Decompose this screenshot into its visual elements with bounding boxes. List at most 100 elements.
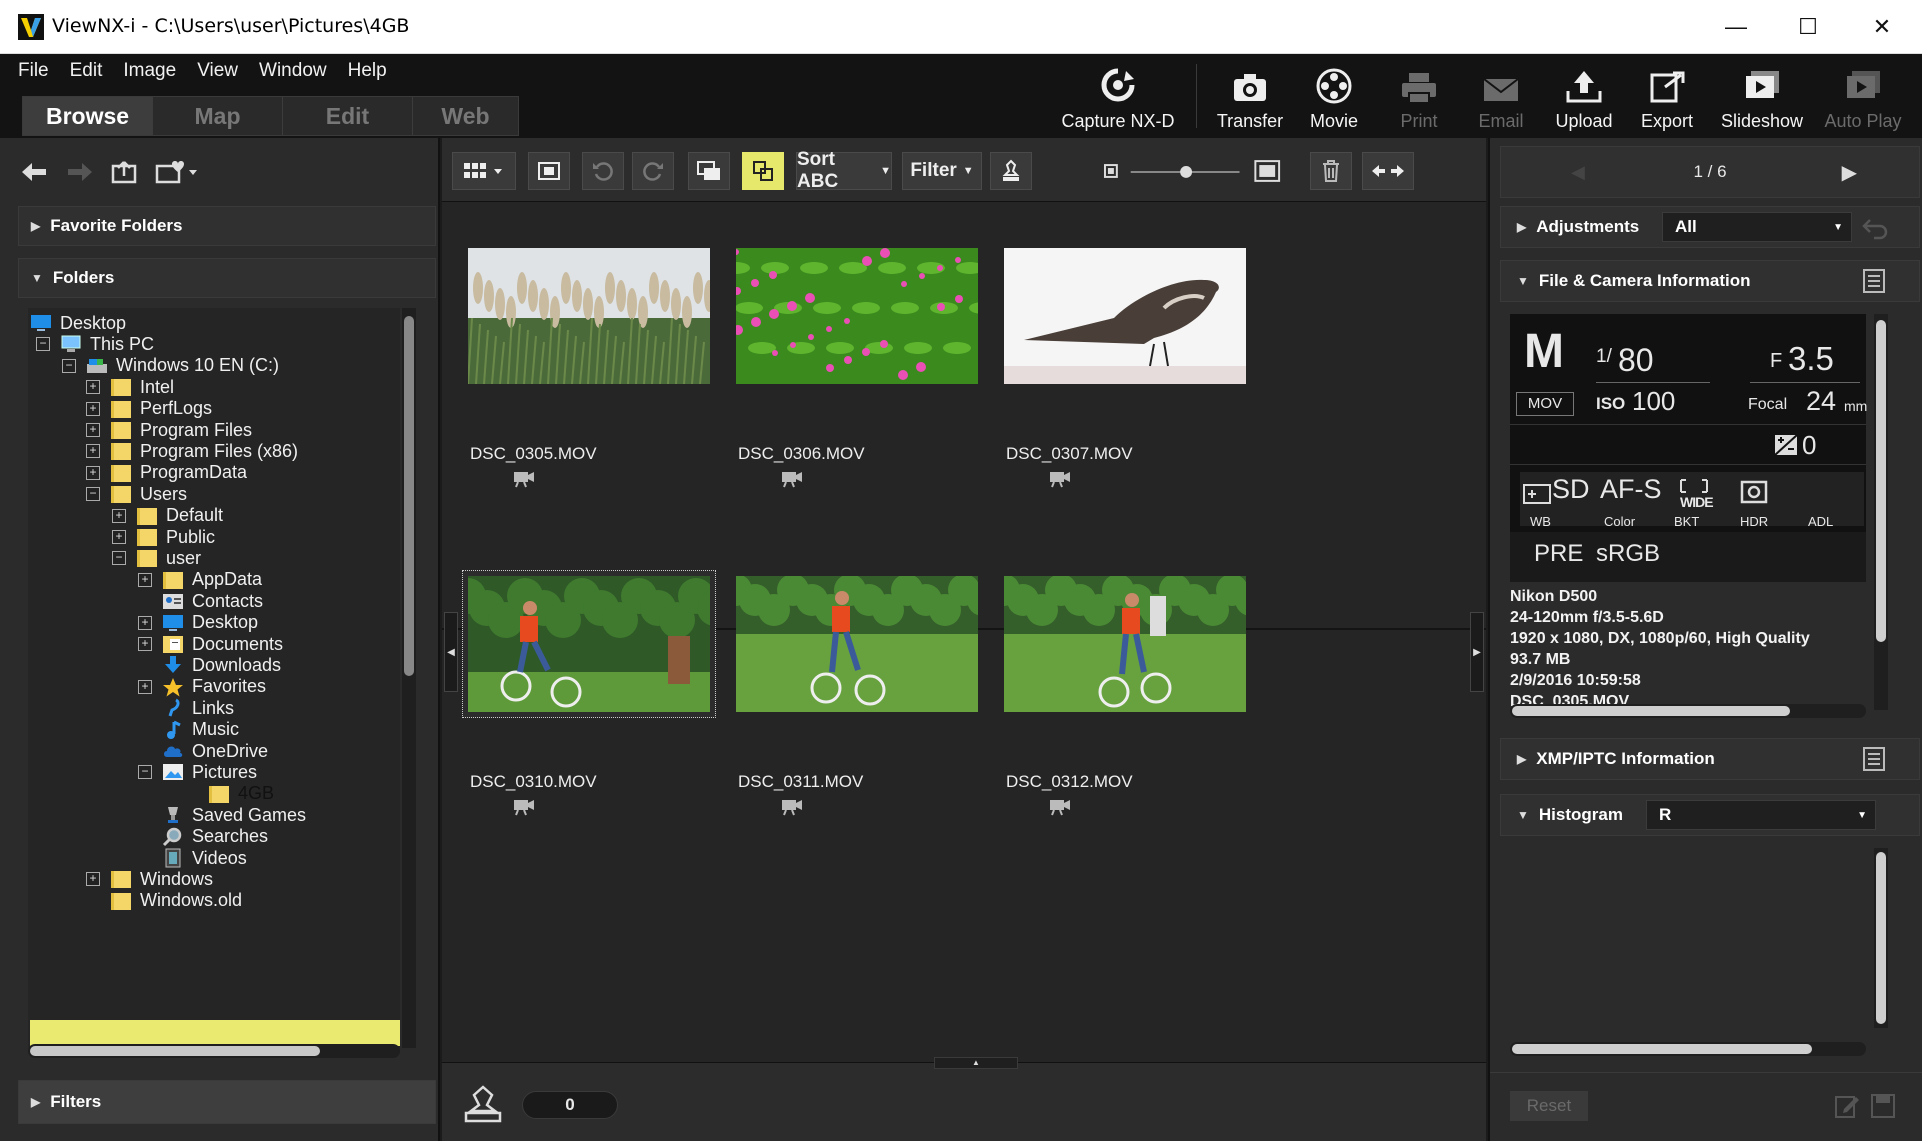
scrollbar-thumb[interactable] <box>1512 1044 1812 1054</box>
menu-image[interactable]: Image <box>123 60 176 82</box>
view-mode-button[interactable] <box>452 152 516 190</box>
tab-map[interactable]: Map <box>153 97 283 135</box>
upload-button[interactable]: Upload <box>1548 60 1620 132</box>
forward-arrow-icon[interactable] <box>64 158 96 186</box>
compare-button[interactable] <box>742 152 784 190</box>
file-camera-info-header[interactable]: ▼ File & Camera Information <box>1500 260 1920 302</box>
tab-browse[interactable]: Browse <box>23 97 153 135</box>
filter-dropdown[interactable]: Filter ▼ <box>902 152 982 190</box>
email-button[interactable]: Email <box>1466 60 1536 132</box>
collapse-icon[interactable]: − <box>36 337 50 352</box>
histogram-vertical-scrollbar[interactable] <box>1874 848 1888 1028</box>
folders-header[interactable]: ▼ Folders <box>18 258 436 298</box>
histogram-horizontal-scrollbar[interactable] <box>1510 1042 1866 1056</box>
collapse-icon[interactable]: − <box>112 551 126 566</box>
collapse-icon[interactable]: − <box>138 765 152 780</box>
collapse-icon[interactable]: − <box>62 358 76 373</box>
close-button[interactable]: ✕ <box>1852 8 1912 46</box>
thumbnail-image[interactable] <box>468 248 710 384</box>
scrollbar-thumb[interactable] <box>1876 320 1886 642</box>
expand-icon[interactable]: + <box>112 508 126 523</box>
menu-window[interactable]: Window <box>259 60 327 82</box>
xmp-iptc-header[interactable]: ▶ XMP/IPTC Information <box>1500 738 1920 780</box>
thumbnail-image[interactable] <box>736 248 978 384</box>
collapse-icon[interactable]: − <box>86 487 100 502</box>
parent-folder-icon[interactable] <box>110 158 140 186</box>
thumbnail-item[interactable]: DSC_0310.MOV <box>462 570 768 876</box>
scrollbar-thumb[interactable] <box>1512 706 1790 716</box>
filmstrip-toggle[interactable]: ▲ <box>934 1057 1018 1069</box>
thumbnail-image[interactable] <box>468 576 710 712</box>
save-icon[interactable] <box>1870 1093 1896 1119</box>
thumbnail-item[interactable]: DSC_0311.MOV <box>736 576 1036 876</box>
favorite-folders-header[interactable]: ▶ Favorite Folders <box>18 206 436 246</box>
favorite-folder-icon[interactable] <box>154 158 198 186</box>
list-settings-icon[interactable] <box>1862 268 1886 294</box>
toggle-panels-button[interactable] <box>1362 152 1414 190</box>
undo-adjustments-icon[interactable] <box>1862 216 1890 240</box>
expand-icon[interactable]: + <box>86 444 100 459</box>
sort-dropdown[interactable]: Sort ABC ▼ <box>796 149 892 192</box>
divider <box>1596 382 1710 383</box>
expand-icon[interactable]: + <box>138 637 152 651</box>
list-settings-icon[interactable] <box>1862 746 1886 772</box>
back-arrow-icon[interactable] <box>18 158 50 186</box>
capture-nxd-button[interactable]: Capture NX-D <box>1060 60 1176 132</box>
transfer-button[interactable]: Transfer <box>1212 60 1288 132</box>
thumbnail-image[interactable] <box>736 576 978 712</box>
expand-icon[interactable]: + <box>86 401 100 416</box>
maximize-button[interactable]: ☐ <box>1778 8 1838 46</box>
export-button[interactable]: Export <box>1632 60 1702 132</box>
expand-icon[interactable]: + <box>138 679 152 694</box>
delete-button[interactable] <box>1310 152 1352 190</box>
scrollbar-thumb[interactable] <box>404 316 414 676</box>
minimize-button[interactable]: — <box>1706 8 1766 46</box>
tab-web[interactable]: Web <box>413 97 518 135</box>
rotate-left-button[interactable] <box>582 152 624 190</box>
print-button[interactable]: Print <box>1384 60 1454 132</box>
menu-help[interactable]: Help <box>348 60 387 82</box>
tree-horizontal-scrollbar[interactable] <box>28 1044 400 1058</box>
expand-icon[interactable]: + <box>86 872 100 887</box>
movie-camera-icon <box>1048 470 1072 493</box>
auto-play-button[interactable]: Auto Play <box>1818 60 1908 132</box>
movie-button[interactable]: Movie <box>1298 60 1370 132</box>
expand-icon[interactable]: + <box>138 615 152 630</box>
previous-image-icon[interactable]: ◀ <box>1571 162 1585 183</box>
left-panel-toggle[interactable]: ◀ <box>444 612 458 692</box>
tab-edit[interactable]: Edit <box>283 97 413 135</box>
next-image-icon[interactable]: ▶ <box>1842 160 1857 185</box>
info-vertical-scrollbar[interactable] <box>1874 314 1888 710</box>
label-button[interactable] <box>990 152 1032 190</box>
thumbnail-image[interactable] <box>1004 576 1246 712</box>
filters-header[interactable]: ▶ Filters <box>18 1080 436 1124</box>
menu-view[interactable]: View <box>197 60 238 82</box>
right-panel-toggle[interactable]: ▶ <box>1470 612 1484 692</box>
tree-vertical-scrollbar[interactable] <box>402 308 416 1048</box>
scrollbar-thumb[interactable] <box>1876 852 1886 1024</box>
thumbnail-item[interactable]: DSC_0312.MOV <box>1004 576 1304 876</box>
info-horizontal-scrollbar[interactable] <box>1510 704 1866 718</box>
fit-button[interactable] <box>528 152 570 190</box>
rotate-right-button[interactable] <box>632 152 674 190</box>
slideshow-button[interactable]: Slideshow <box>1714 60 1810 132</box>
tree-item[interactable]: Windows.old <box>86 888 242 914</box>
thumbnail-item[interactable]: DSC_0306.MOV <box>736 248 1036 548</box>
scrollbar-thumb[interactable] <box>30 1046 320 1056</box>
menu-edit[interactable]: Edit <box>70 60 103 82</box>
thumbnail-image[interactable] <box>1004 248 1246 384</box>
stack-button[interactable] <box>688 152 730 190</box>
expand-icon[interactable]: + <box>112 530 126 544</box>
expand-icon[interactable]: + <box>86 465 100 480</box>
thumbnail-item[interactable]: DSC_0307.MOV <box>1004 248 1304 548</box>
thumbnail-item[interactable]: DSC_0305.MOV <box>468 248 768 548</box>
expand-icon[interactable]: + <box>86 423 100 437</box>
reset-button[interactable]: Reset <box>1510 1091 1588 1121</box>
expand-icon[interactable]: + <box>86 380 100 395</box>
expand-icon[interactable]: + <box>138 572 152 587</box>
menu-file[interactable]: File <box>18 60 49 82</box>
edit-metadata-icon[interactable] <box>1834 1093 1860 1119</box>
adjustments-select[interactable]: All ▼ <box>1662 212 1852 242</box>
thumbnail-size-slider[interactable] <box>1102 152 1290 190</box>
histogram-channel-select[interactable]: R ▼ <box>1646 800 1876 830</box>
